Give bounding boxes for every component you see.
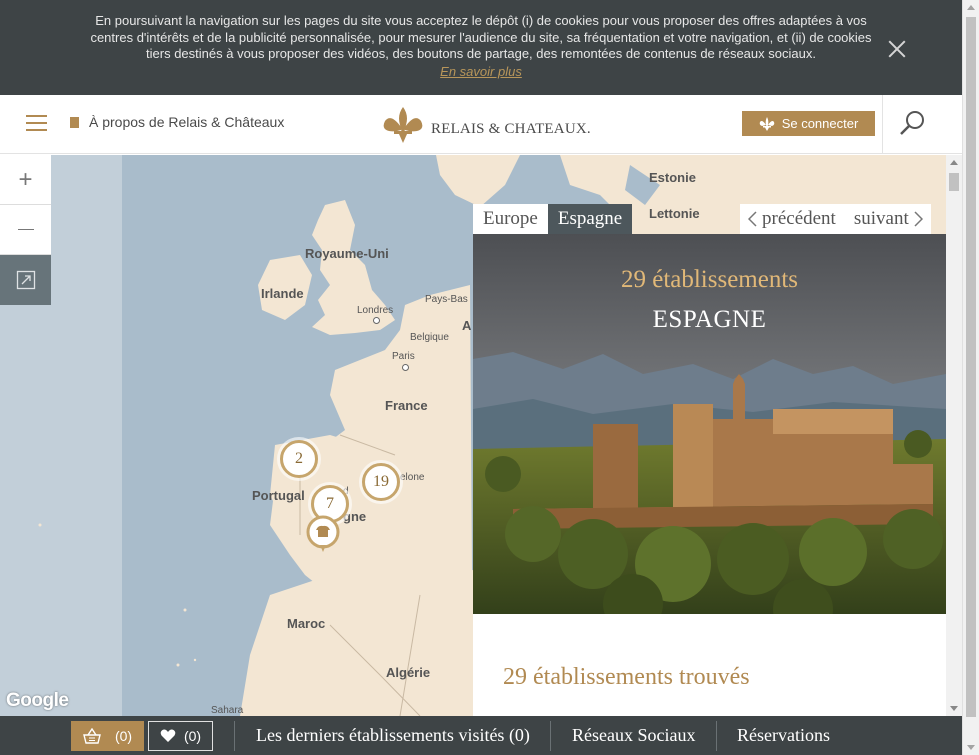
previous-button[interactable]: précédent [748, 208, 836, 230]
hero-country: ESPAGNE [652, 306, 767, 333]
reservations-link[interactable]: Réservations [737, 716, 830, 755]
page-scrollbar[interactable] [962, 0, 979, 755]
logo-text: RELAIS & CHATEAUX. [431, 120, 591, 137]
region-tabs: Europe Espagne [473, 204, 633, 234]
google-logo: Google [6, 690, 69, 711]
map-label-algerie: Algérie [386, 665, 431, 680]
pagination-nav: précédent suivant [740, 204, 931, 234]
city-marker-londres [373, 317, 380, 324]
fullscreen-icon [16, 270, 35, 290]
page-scroll-down-icon[interactable] [967, 745, 975, 750]
fullscreen-button[interactable] [0, 255, 51, 305]
login-button[interactable]: Se connecter [742, 111, 875, 136]
about-link[interactable]: À propos de Relais & Châteaux [70, 114, 284, 130]
hero-image: 29 établissements ESPAGNE [473, 234, 946, 614]
search-icon[interactable] [898, 109, 928, 139]
favorites-count: (0) [183, 728, 202, 744]
cookie-text: En poursuivant la navigation sur les pag… [90, 13, 872, 61]
site-header: À propos de Relais & Châteaux RELAIS & C… [0, 95, 962, 154]
bottom-bar: (0) (0) Les derniers établissements visi… [0, 716, 962, 755]
map-label-belgique: Belgique [410, 332, 449, 343]
results-count: 29 établissements trouvés [503, 664, 750, 690]
basket-icon [83, 728, 101, 744]
close-icon[interactable] [888, 40, 906, 58]
favorites-button[interactable]: (0) [148, 721, 213, 751]
hero-count: 29 établissements [620, 266, 799, 293]
zoom-out-button[interactable] [0, 205, 51, 255]
basket-button[interactable]: (0) [71, 721, 144, 751]
scrollbar-thumb[interactable] [949, 173, 959, 191]
region-panel: 29 établissements ESPAGNE 29 établisseme… [473, 234, 946, 716]
city-marker-paris [402, 364, 409, 371]
recent-visits-link[interactable]: Les derniers établissements visités (0) [256, 716, 530, 755]
map-zoom-controls: + [0, 155, 51, 305]
social-networks-link[interactable]: Réseaux Sociaux [572, 716, 695, 755]
map-label-france: France [385, 398, 428, 413]
next-label: suivant [853, 208, 909, 229]
bottom-divider [550, 721, 551, 751]
map-label-barcelone: elone [400, 472, 425, 483]
site-logo[interactable]: RELAIS & CHATEAUX. [381, 105, 591, 145]
map-label-sahara: Sahara [211, 705, 244, 716]
map-label-a: A [462, 318, 472, 333]
map-cluster[interactable]: 19 [362, 463, 400, 501]
cookie-more-link[interactable]: En savoir plus [0, 64, 962, 81]
fleur-de-lis-icon [759, 116, 774, 131]
panel-scrollbar[interactable] [946, 155, 962, 716]
fleur-de-lis-logo-icon [383, 107, 423, 143]
map-label-irlande: Irlande [261, 286, 304, 301]
bottom-divider [716, 721, 717, 751]
next-button[interactable]: suivant [854, 208, 923, 230]
map-label-estonie: Estonie [649, 170, 696, 185]
map-cluster[interactable]: 2 [280, 440, 318, 478]
map-label-londres: Londres [357, 305, 394, 316]
basket-count: (0) [114, 728, 133, 744]
heart-icon [160, 729, 176, 742]
header-divider [882, 95, 883, 154]
page-scroll-up-icon[interactable] [967, 5, 975, 10]
tab-europe[interactable]: Europe [473, 204, 548, 234]
login-label: Se connecter [781, 116, 859, 131]
page: Estonie Lettonie Royaume-Uni Irlande Lon… [0, 0, 979, 755]
tab-espagne[interactable]: Espagne [547, 204, 633, 234]
chevron-left-icon [748, 211, 757, 227]
map-label-pays-bas: Pays-Bas [425, 294, 468, 305]
previous-label: précédent [762, 208, 836, 229]
about-label: À propos de Relais & Châteaux [89, 114, 285, 130]
map-label-portugal: Portugal [252, 488, 305, 503]
map-label-royaume-uni: Royaume-Uni [305, 246, 389, 261]
cookie-banner: En poursuivant la navigation sur les pag… [0, 0, 962, 95]
hotel-pin-icon[interactable] [306, 515, 340, 553]
square-bullet-icon [70, 116, 79, 128]
bottom-divider [234, 721, 235, 751]
minus-icon [17, 228, 34, 231]
scroll-down-arrow-icon[interactable] [950, 706, 958, 711]
map-label-paris: Paris [392, 351, 415, 362]
map-label-maroc: Maroc [287, 616, 326, 631]
scroll-up-arrow-icon[interactable] [950, 160, 958, 165]
map-label-lettonie: Lettonie [649, 206, 700, 221]
page-scrollbar-thumb[interactable] [966, 17, 976, 717]
hamburger-icon[interactable] [26, 115, 47, 131]
chevron-right-icon [914, 211, 923, 227]
zoom-in-button[interactable]: + [0, 155, 51, 205]
